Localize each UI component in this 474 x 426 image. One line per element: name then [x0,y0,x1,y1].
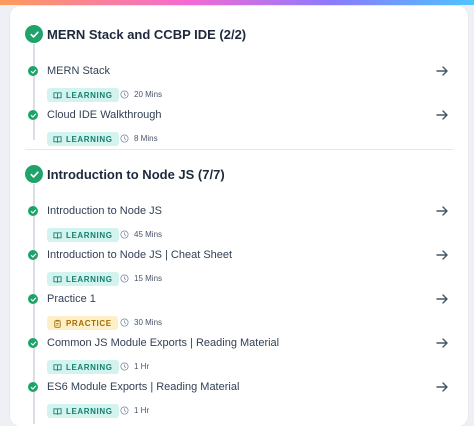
check-dot-icon [28,294,38,304]
item-title[interactable]: Cloud IDE Walkthrough [47,109,162,121]
item-title[interactable]: MERN Stack [47,65,110,77]
item-title[interactable]: Practice 1 [47,293,96,305]
arrow-right-icon[interactable] [435,248,449,262]
item-title[interactable]: Introduction to Node JS | Cheat Sheet [47,249,232,261]
duration-text: 8 Mins [134,134,158,143]
check-circle-icon [25,25,43,43]
clock-icon [120,230,129,239]
clock-icon [120,318,129,327]
learning-badge: LEARNING [47,404,119,418]
arrow-right-icon[interactable] [435,108,449,122]
badge-label: LEARNING [66,134,113,144]
check-circle-icon [25,165,43,183]
item-title[interactable]: Common JS Module Exports | Reading Mater… [47,337,279,349]
arrow-right-icon[interactable] [435,204,449,218]
check-dot-icon [28,110,38,120]
learning-badge: LEARNING [47,228,119,242]
check-dot-icon [28,66,38,76]
item-title[interactable]: Introduction to Node JS [47,205,162,217]
list-item[interactable]: MERN Stack LEARNING 20 Mins [10,65,468,109]
list-item[interactable]: ES6 Module Exports | Reading Material LE… [10,381,468,425]
duration-text: 45 Mins [134,230,163,239]
duration-text: 30 Mins [134,318,163,327]
badge-label: LEARNING [66,230,113,240]
badge-label: PRACTICE [66,318,112,328]
check-dot-icon [28,338,38,348]
book-icon [53,91,62,99]
duration-text: 20 Mins [134,90,163,99]
duration-text: 1 Hr [134,406,150,415]
clock-icon [120,274,129,283]
badge-label: LEARNING [66,274,113,284]
badge-label: LEARNING [66,362,113,372]
badge-label: LEARNING [66,406,113,416]
list-item[interactable]: Cloud IDE Walkthrough LEARNING 8 Mins [10,109,468,153]
duration-text: 1 Hr [134,362,150,371]
check-dot-icon [28,206,38,216]
clock-icon [120,134,129,143]
clock-icon [120,406,129,415]
list-item[interactable]: Introduction to Node JS | Cheat Sheet LE… [10,249,468,293]
book-icon [53,135,62,143]
arrow-right-icon[interactable] [435,336,449,350]
list-item[interactable]: Practice 1 PRACTICE 30 Mins [10,293,468,337]
top-accent-bar [0,0,474,5]
list-item[interactable]: Common JS Module Exports | Reading Mater… [10,337,468,381]
book-icon [53,363,62,371]
course-modules-card: MERN Stack and CCBP IDE (2/2) MERN Stack… [10,6,468,426]
check-dot-icon [28,382,38,392]
learning-badge: LEARNING [47,272,119,286]
clock-icon [120,90,129,99]
learning-badge: LEARNING [47,88,119,102]
duration-text: 15 Mins [134,274,163,283]
book-icon [53,407,62,415]
arrow-right-icon[interactable] [435,292,449,306]
arrow-right-icon[interactable] [435,380,449,394]
check-dot-icon [28,250,38,260]
section-divider [25,149,453,150]
clock-icon [120,362,129,371]
book-icon [53,231,62,239]
list-item[interactable]: Introduction to Node JS LEARNING 45 Mins [10,205,468,249]
learning-badge: LEARNING [47,132,119,146]
item-title[interactable]: ES6 Module Exports | Reading Material [47,381,239,393]
clipboard-icon [54,319,61,328]
module-title: Introduction to Node JS (7/7) [47,167,225,182]
module-title: MERN Stack and CCBP IDE (2/2) [47,27,247,42]
book-icon [53,275,62,283]
module-header[interactable]: Introduction to Node JS (7/7) [10,160,468,190]
badge-label: LEARNING [66,90,113,100]
module-header[interactable]: MERN Stack and CCBP IDE (2/2) [10,20,468,50]
learning-badge: LEARNING [47,360,119,374]
arrow-right-icon[interactable] [435,64,449,78]
practice-badge: PRACTICE [47,316,118,330]
